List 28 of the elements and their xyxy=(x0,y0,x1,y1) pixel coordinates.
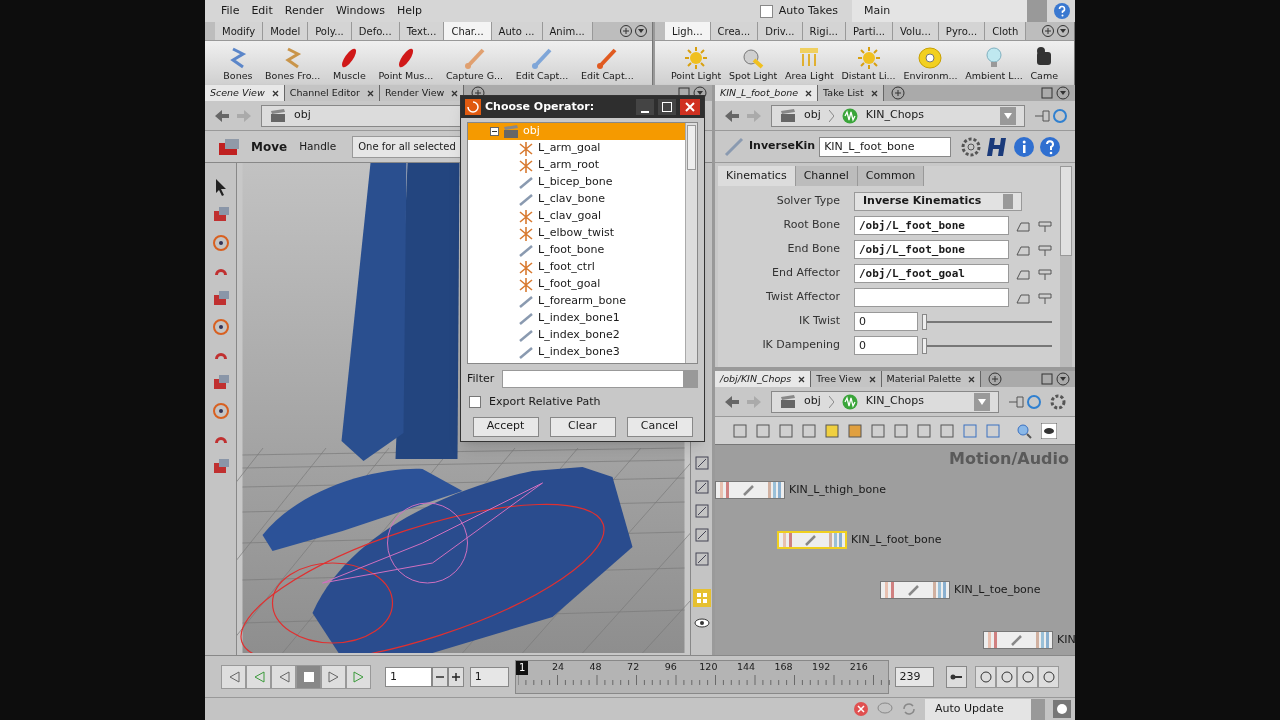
frame-tick-label: 48 xyxy=(589,660,602,673)
parameter-label: Solver Type xyxy=(775,193,840,210)
parameter-label: IK Twist xyxy=(798,313,840,330)
filter-label: Filter xyxy=(467,370,495,387)
frame-tick-label: 72 xyxy=(627,660,640,673)
frame-tick-label: 168 xyxy=(774,660,793,673)
parameter-label: Root Bone xyxy=(782,217,840,234)
frame-tick-label: 144 xyxy=(736,660,756,673)
parameter-label: IK Dampening xyxy=(761,337,840,354)
checkbox-label: Auto Takes xyxy=(778,2,838,19)
node-label: KIN_L_foot_bone xyxy=(851,531,942,548)
tool-name: Move xyxy=(251,138,288,156)
handle-label: Handle xyxy=(299,138,337,154)
parameter-label: End Bone xyxy=(786,241,840,258)
parameter-label: Twist Affector xyxy=(765,289,840,306)
dialog-title: Choose Operator: xyxy=(485,98,595,115)
node-label: KIN_L_toe_bone xyxy=(954,581,1041,598)
frame-tick-label: 96 xyxy=(664,660,677,673)
context-label: Motion/Audio xyxy=(949,448,1069,470)
node-type: InverseKin xyxy=(749,138,816,155)
frame-tick-label: 192 xyxy=(812,660,831,673)
frame-tick-label: 120 xyxy=(699,660,718,673)
checkbox-label: Export Relative Path xyxy=(489,394,601,410)
node-label: KIN xyxy=(1057,631,1075,648)
frame-tick-label: 24 xyxy=(551,660,564,673)
frame-tick-label: 216 xyxy=(849,660,868,673)
node-label: KIN_L_thigh_bone xyxy=(789,481,887,498)
parameter-label: End Affector xyxy=(771,265,840,282)
